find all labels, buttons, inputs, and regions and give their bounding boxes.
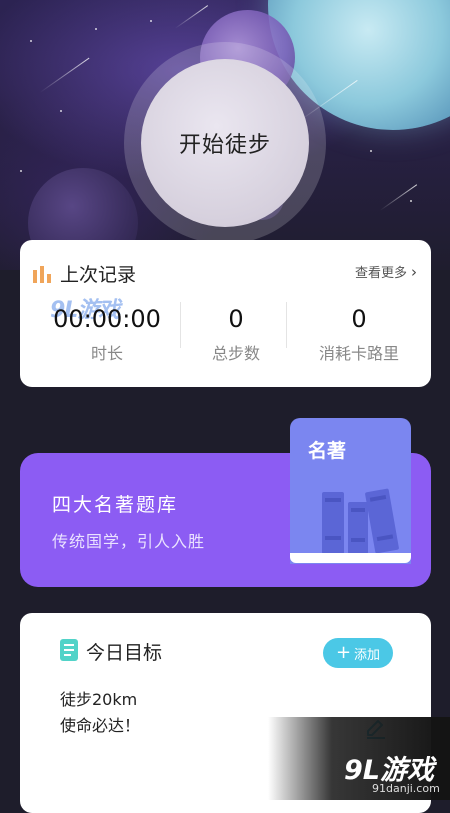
stat-steps: 0 总步数 [180, 302, 292, 364]
start-hike-button[interactable]: 开始徒步 [124, 42, 326, 244]
goal-line: 使命必达！ [60, 716, 141, 735]
stat-label: 时长 [90, 344, 123, 363]
divider [286, 302, 287, 348]
star [95, 28, 97, 30]
view-more-label: 查看更多 [354, 266, 407, 281]
stat-calories: 0 消耗卡路里 [302, 302, 416, 364]
add-goal-label: 添加 [354, 647, 381, 663]
stat-value: 0 [351, 305, 367, 333]
goal-text: 徒步20km 使命必达！ [60, 687, 140, 739]
stat-label: 总步数 [211, 344, 260, 363]
star [370, 150, 372, 152]
star [150, 20, 152, 22]
record-title: 上次记录 [60, 264, 137, 286]
plus-icon: + [335, 642, 352, 663]
add-goal-button[interactable]: + 添加 [323, 638, 393, 668]
record-header: 上次记录 [32, 260, 136, 287]
stat-duration: 00:00:00 时长 [40, 302, 174, 364]
stat-value: 00:00:00 [53, 305, 161, 333]
hero-space-banner: 开始徒步 [0, 0, 450, 270]
star [60, 110, 62, 112]
watermark-domain: 91danji.com [372, 782, 440, 795]
stat-value: 0 [228, 305, 244, 333]
meteor-streak [174, 5, 209, 29]
stat-label: 消耗卡路里 [318, 344, 399, 363]
book-label: 名著 [308, 440, 347, 462]
book-illustration: 名著 [290, 418, 411, 564]
last-record-card: 上次记录 查看更多 › 9L游戏 00:00:00 时长 0 总步数 0 消耗卡… [20, 240, 431, 387]
view-more-link[interactable]: 查看更多 › [354, 262, 417, 282]
meteor-streak [379, 184, 418, 211]
goal-line: 徒步20km [60, 690, 138, 709]
chevron-right-icon: › [411, 262, 417, 281]
star [30, 40, 32, 42]
book-page-edge [290, 553, 411, 563]
meteor-streak [39, 57, 90, 93]
goal-title: 今日目标 [86, 642, 163, 664]
star [410, 200, 412, 202]
bar-chart-icon [33, 265, 51, 283]
books-icon [322, 488, 399, 554]
classics-subtitle: 传统国学，引人入胜 [52, 532, 206, 551]
star [20, 170, 22, 172]
notes-icon [60, 639, 78, 661]
start-hike-label: 开始徒步 [141, 59, 309, 227]
classics-title: 四大名著题库 [52, 494, 179, 516]
